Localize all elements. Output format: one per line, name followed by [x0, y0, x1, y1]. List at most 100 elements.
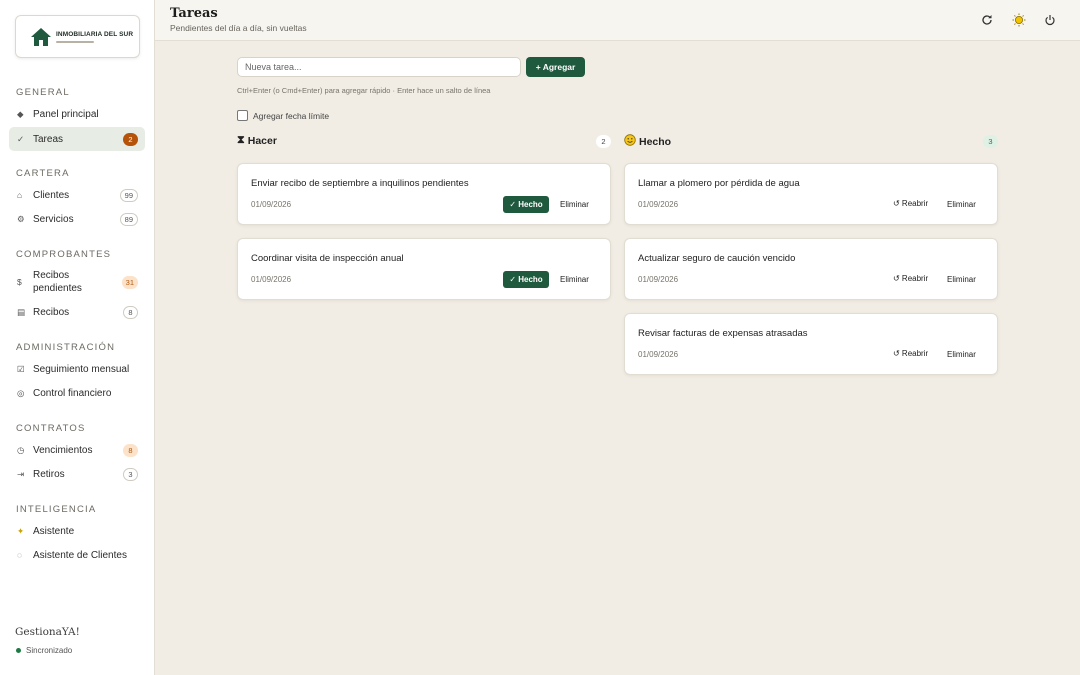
section-general: GENERAL: [16, 87, 70, 98]
coin-icon: ◎: [17, 387, 25, 398]
todo-column-header: ⧗ Hacer: [237, 134, 277, 147]
refresh-icon[interactable]: [980, 13, 994, 27]
home-icon: ⌂: [17, 190, 23, 200]
todo-count-badge: 2: [596, 135, 611, 148]
task-title: Coordinar visita de inspección anual: [251, 253, 404, 264]
sidebar-item-label: Seguimiento mensual: [33, 363, 130, 375]
page-subtitle: Pendientes del día a día, sin vueltas: [170, 23, 307, 33]
task-card: Actualizar seguro de caución vencido 01/…: [624, 238, 998, 300]
task-title: Actualizar seguro de caución vencido: [638, 253, 796, 264]
sidebar-item-asistente[interactable]: ✦ Asistente: [9, 519, 145, 543]
sidebar-item-seguimiento[interactable]: ☑ Seguimiento mensual: [9, 357, 145, 381]
task-date: 01/09/2026: [638, 350, 679, 359]
sidebar-item-label: Control financiero: [33, 387, 112, 399]
section-comprobantes: COMPROBANTES: [16, 249, 112, 260]
sidebar-item-label: Servicios: [33, 213, 74, 225]
task-title: Llamar a plomero por pérdida de agua: [638, 178, 800, 189]
sidebar-item-label: Clientes: [33, 189, 70, 201]
mark-done-button[interactable]: ✓ Hecho: [503, 196, 549, 213]
done-column-header: Hecho: [624, 134, 671, 149]
receipt-icon: ▤: [17, 306, 26, 317]
chat-icon: ◌: [17, 550, 23, 560]
sidebar: INMOBILIARIA DEL SUR GENERAL ◆ Panel pri…: [0, 0, 155, 675]
sidebar-item-recibos-pendientes[interactable]: $ Recibos pendientes 31: [9, 267, 145, 297]
reopen-button[interactable]: ↺ Reabrir: [893, 349, 928, 358]
delete-button[interactable]: Eliminar: [560, 275, 589, 284]
page-header: Tareas Pendientes del día a día, sin vue…: [155, 0, 1080, 41]
count-badge: 89: [119, 212, 138, 226]
task-date: 01/09/2026: [251, 275, 292, 284]
sidebar-item-retiros[interactable]: ⇥ Retiros 3: [9, 462, 145, 486]
deadline-checkbox[interactable]: [237, 110, 248, 121]
section-contratos: CONTRATOS: [16, 423, 86, 434]
task-card: Llamar a plomero por pérdida de agua 01/…: [624, 163, 998, 225]
task-date: 01/09/2026: [251, 200, 292, 209]
sidebar-item-servicios[interactable]: ⚙ Servicios 89: [9, 207, 145, 231]
count-badge: 2: [123, 132, 138, 146]
count-badge: 8: [123, 305, 138, 319]
mark-done-button[interactable]: ✓ Hecho: [503, 271, 549, 288]
sidebar-item-label: Tareas: [33, 133, 64, 145]
reopen-button[interactable]: ↺ Reabrir: [893, 274, 928, 283]
sidebar-item-panel[interactable]: ◆ Panel principal: [9, 102, 145, 126]
add-task-button[interactable]: + Agregar: [526, 57, 585, 77]
done-count-badge: 3: [983, 135, 998, 148]
reopen-button[interactable]: ↺ Reabrir: [893, 199, 928, 208]
delete-button[interactable]: Eliminar: [947, 275, 976, 284]
sidebar-item-clientes[interactable]: ⌂ Clientes 99: [9, 183, 145, 207]
count-badge: 99: [119, 188, 138, 202]
section-inteligencia: INTELIGENCIA: [16, 504, 97, 515]
task-card: Coordinar visita de inspección anual 01/…: [237, 238, 611, 300]
sidebar-item-asistente-clientes[interactable]: ◌ Asistente de Clientes: [9, 543, 145, 567]
sidebar-item-label: Asistente: [33, 525, 75, 537]
task-title: Enviar recibo de septiembre a inquilinos…: [251, 178, 469, 189]
delete-button[interactable]: Eliminar: [947, 350, 976, 359]
keyboard-hint: Ctrl+Enter (o Cmd+Enter) para agregar rá…: [237, 86, 491, 95]
section-administracion: ADMINISTRACIÓN: [16, 342, 116, 353]
logo-title: INMOBILIARIA DEL SUR: [56, 30, 134, 38]
deadline-label: Agregar fecha límite: [253, 110, 330, 121]
clock-icon: ◷: [17, 444, 25, 455]
sidebar-item-tareas[interactable]: ✓ Tareas 2: [9, 127, 145, 151]
todo-column-title: Hacer: [247, 134, 277, 147]
count-badge: 3: [123, 467, 138, 481]
task-title: Revisar facturas de expensas atrasadas: [638, 328, 808, 339]
sidebar-item-vencimientos[interactable]: ◷ Vencimientos 8: [9, 438, 145, 462]
brand-name: GestionaYA!: [15, 626, 80, 638]
sidebar-item-label: Recibos: [33, 306, 70, 318]
task-card: Revisar facturas de expensas atrasadas 0…: [624, 313, 998, 375]
count-badge: 8: [123, 443, 138, 457]
deadline-toggle[interactable]: Agregar fecha límite: [237, 110, 329, 121]
sidebar-item-label: Vencimientos: [33, 444, 93, 456]
count-badge: 31: [121, 275, 138, 289]
sidebar-item-label: Panel principal: [33, 108, 99, 120]
section-cartera: CARTERA: [16, 168, 70, 179]
exit-icon: ⇥: [17, 468, 25, 479]
sync-status: Sincronizado: [16, 646, 72, 655]
delete-button[interactable]: Eliminar: [947, 200, 976, 209]
task-card: Enviar recibo de septiembre a inquilinos…: [237, 163, 611, 225]
theme-sun-icon[interactable]: [1012, 13, 1026, 27]
page-title: Tareas: [170, 6, 218, 21]
hourglass-icon: ⧗: [237, 134, 245, 146]
logo-tagline-mark: [56, 40, 94, 43]
power-icon[interactable]: [1043, 13, 1057, 27]
gear-icon: ⚙: [17, 213, 25, 224]
sync-label: Sincronizado: [26, 646, 73, 655]
smiley-icon: [624, 134, 636, 149]
sidebar-item-control[interactable]: ◎ Control financiero: [9, 381, 145, 405]
company-logo[interactable]: INMOBILIARIA DEL SUR: [15, 15, 140, 58]
task-date: 01/09/2026: [638, 200, 679, 209]
diamond-icon: ◆: [17, 108, 24, 119]
house-logo-icon: [31, 27, 51, 46]
sidebar-item-recibos[interactable]: ▤ Recibos 8: [9, 300, 145, 324]
sidebar-item-label: Retiros: [33, 468, 65, 480]
sidebar-item-label: Recibos pendientes: [33, 270, 82, 294]
new-task-input[interactable]: [237, 57, 521, 77]
sparkle-icon: ✦: [17, 525, 25, 536]
check-icon: ✓: [17, 133, 25, 144]
dollar-icon: $: [17, 277, 22, 287]
done-column-title: Hecho: [639, 135, 672, 148]
delete-button[interactable]: Eliminar: [560, 200, 589, 209]
sidebar-item-label: Asistente de Clientes: [33, 549, 127, 561]
